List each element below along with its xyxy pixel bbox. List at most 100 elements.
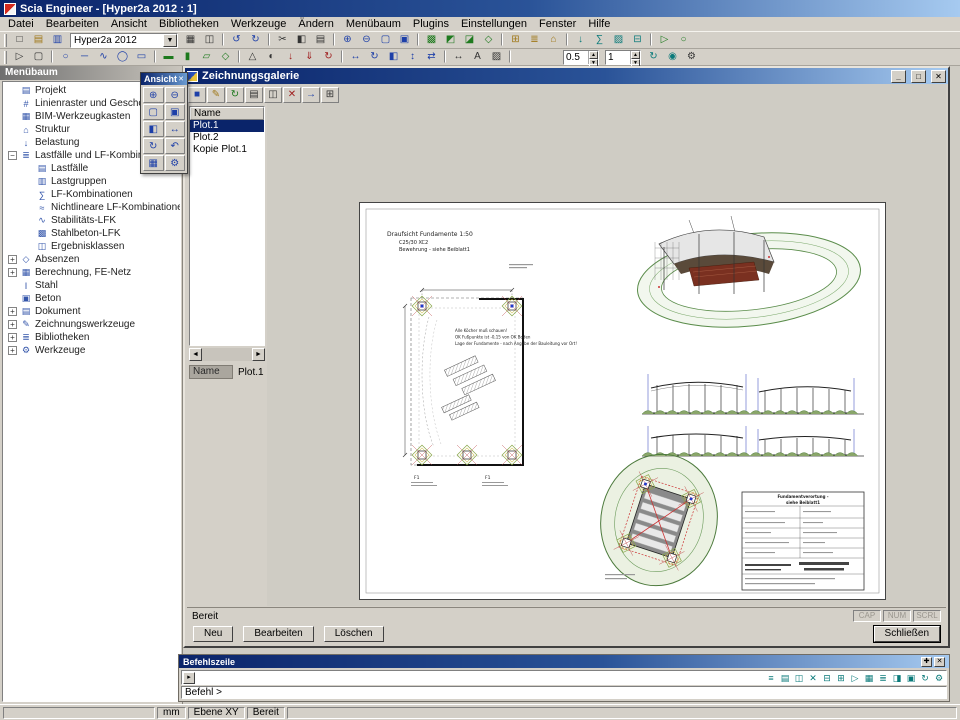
- sidebar-item-zeichnungswerkzeuge[interactable]: + ✎ Zeichnungswerkzeuge: [3, 318, 180, 331]
- member-icon[interactable]: ▷: [655, 33, 674, 48]
- toolbar-separator[interactable]: [341, 50, 343, 63]
- visibility-icon[interactable]: ◉: [663, 50, 682, 65]
- list-item-plot-1[interactable]: Plot.1: [190, 120, 264, 132]
- settings-icon[interactable]: ⚙: [682, 50, 701, 65]
- units-cell[interactable]: mm: [157, 707, 186, 719]
- hinge-icon[interactable]: ◐: [262, 50, 281, 65]
- toolbar-separator[interactable]: [566, 33, 568, 46]
- zoom-in-icon[interactable]: ⊕: [338, 33, 357, 48]
- sidebar-item-stahl[interactable]: I Stahl: [3, 279, 180, 292]
- delete-plot-icon[interactable]: ✕: [283, 87, 301, 103]
- shell-icon[interactable]: ◇: [216, 50, 235, 65]
- tree-expander[interactable]: [8, 294, 17, 303]
- toolbar-separator[interactable]: [444, 50, 446, 63]
- toolbar-separator[interactable]: [154, 50, 156, 63]
- tree-expander[interactable]: +: [8, 268, 17, 277]
- menu-werkzeuge[interactable]: Werkzeuge: [225, 18, 292, 30]
- clip-box-icon[interactable]: ▦: [143, 155, 164, 171]
- plane-cell[interactable]: Ebene XY: [188, 707, 245, 719]
- column-icon[interactable]: ▮: [178, 50, 197, 65]
- loeschen-button[interactable]: Löschen: [324, 626, 384, 642]
- zoom-out-icon[interactable]: ⊖: [357, 33, 376, 48]
- neu-button[interactable]: Neu: [193, 626, 233, 642]
- tree-expander[interactable]: [8, 112, 17, 121]
- tree-expander[interactable]: [8, 86, 17, 95]
- moment-load-icon[interactable]: ↻: [319, 50, 338, 65]
- command-dock-icon[interactable]: ▣: [904, 672, 918, 684]
- tree-expander[interactable]: [24, 203, 33, 212]
- redo-icon[interactable]: ↻: [246, 33, 265, 48]
- sidebar-item-berechnung-fe-netz[interactable]: + ▦ Berechnung, FE-Netz: [3, 266, 180, 279]
- sidebar-item-beton[interactable]: ▣ Beton: [3, 292, 180, 305]
- line-load-icon[interactable]: ⇓: [300, 50, 319, 65]
- move-tool-icon[interactable]: ↔: [346, 50, 365, 65]
- sidebar-item-lastgruppen[interactable]: ▥ Lastgruppen: [3, 175, 180, 188]
- save-project-icon[interactable]: ▥: [48, 33, 67, 48]
- spinner-up-icon[interactable]: ▲: [589, 51, 598, 59]
- toolbar-separator[interactable]: [650, 33, 652, 46]
- mesh-tool-icon[interactable]: ▨: [609, 33, 628, 48]
- wireframe-icon[interactable]: ▩: [422, 33, 441, 48]
- zoom-out-icon[interactable]: ⊖: [165, 87, 186, 103]
- hidden-line-icon[interactable]: ◪: [460, 33, 479, 48]
- close-button[interactable]: ✕: [931, 70, 946, 83]
- menu-fenster[interactable]: Fenster: [533, 18, 582, 30]
- ucs-icon[interactable]: ⌂: [544, 33, 563, 48]
- dimension-tool-icon[interactable]: ↔: [449, 50, 468, 65]
- new-project-icon[interactable]: □: [10, 33, 29, 48]
- schliessen-button[interactable]: Schließen: [874, 626, 940, 642]
- zoom-all-icon[interactable]: ▣: [165, 104, 186, 120]
- refresh-icon[interactable]: ↻: [644, 50, 663, 65]
- beam-icon[interactable]: ▬: [159, 50, 178, 65]
- plate-icon[interactable]: ▱: [197, 50, 216, 65]
- command-expand-icon[interactable]: ⊞: [834, 672, 848, 684]
- menu-einstellungen[interactable]: Einstellungen: [455, 18, 533, 30]
- chevron-down-icon[interactable]: ▼: [163, 34, 177, 47]
- support-icon[interactable]: △: [243, 50, 262, 65]
- command-window-titlebar[interactable]: Befehlszeile ✚ ✕: [179, 655, 949, 668]
- menu-bearbeiten[interactable]: Bearbeiten: [40, 18, 105, 30]
- shaded-view-icon[interactable]: ◩: [441, 33, 460, 48]
- command-grid-icon[interactable]: ▦: [862, 672, 876, 684]
- toolbar-separator[interactable]: [333, 33, 335, 46]
- print-plot-icon[interactable]: ▤: [245, 87, 263, 103]
- command-refresh-icon[interactable]: ↻: [918, 672, 932, 684]
- render-preview-icon[interactable]: ■: [188, 87, 206, 103]
- command-split-icon[interactable]: ◨: [890, 672, 904, 684]
- menu-ansicht[interactable]: Ansicht: [105, 18, 153, 30]
- list-item-kopie-plot-1[interactable]: Kopie Plot.1: [190, 144, 264, 156]
- view-settings-icon[interactable]: ⚙: [165, 155, 186, 171]
- tree-expander[interactable]: [24, 229, 33, 238]
- node-icon[interactable]: ○: [674, 33, 693, 48]
- scroll-right-icon[interactable]: ►: [252, 348, 265, 361]
- sidebar-item-nichtlineare-lf-kombinationen[interactable]: ≈ Nichtlineare LF-Kombinationen: [3, 201, 180, 214]
- toolbar-separator[interactable]: [268, 33, 270, 46]
- hatch-tool-icon[interactable]: ▨: [487, 50, 506, 65]
- tree-expander[interactable]: +: [8, 255, 17, 264]
- selection-box-icon[interactable]: ▢: [29, 50, 48, 65]
- copy-icon[interactable]: ◧: [292, 33, 311, 48]
- toolbar-grip[interactable]: [4, 34, 7, 47]
- text-tool-icon[interactable]: A: [468, 50, 487, 65]
- command-run-icon[interactable]: ▸: [183, 672, 195, 684]
- tree-expander[interactable]: +: [8, 320, 17, 329]
- plot-list-hscrollbar[interactable]: ◄ ►: [189, 348, 265, 361]
- point-load-icon[interactable]: ↓: [281, 50, 300, 65]
- tree-expander[interactable]: [24, 190, 33, 199]
- tree-expander[interactable]: −: [8, 151, 17, 160]
- circle-icon[interactable]: ◯: [113, 50, 132, 65]
- toolbar-separator[interactable]: [238, 50, 240, 63]
- open-project-icon[interactable]: ▤: [29, 33, 48, 48]
- paste-icon[interactable]: ▤: [311, 33, 330, 48]
- tree-expander[interactable]: +: [8, 346, 17, 355]
- tree-expander[interactable]: [8, 99, 17, 108]
- toolbar-separator[interactable]: [501, 33, 503, 46]
- drawing-canvas[interactable]: Draufsicht Fundamente 1:50 C25/30 XC2 Be…: [267, 84, 946, 606]
- menu-hilfe[interactable]: Hilfe: [582, 18, 616, 30]
- perspective-icon[interactable]: ◇: [479, 33, 498, 48]
- sidebar-item-ergebnisklassen[interactable]: ◫ Ergebnisklassen: [3, 240, 180, 253]
- menu-menuebaum[interactable]: Menübaum: [340, 18, 407, 30]
- scale-spinner-value[interactable]: 0.5: [564, 51, 588, 64]
- print-preview-icon[interactable]: ◫: [200, 33, 219, 48]
- table-view-icon[interactable]: ⊞: [321, 87, 339, 103]
